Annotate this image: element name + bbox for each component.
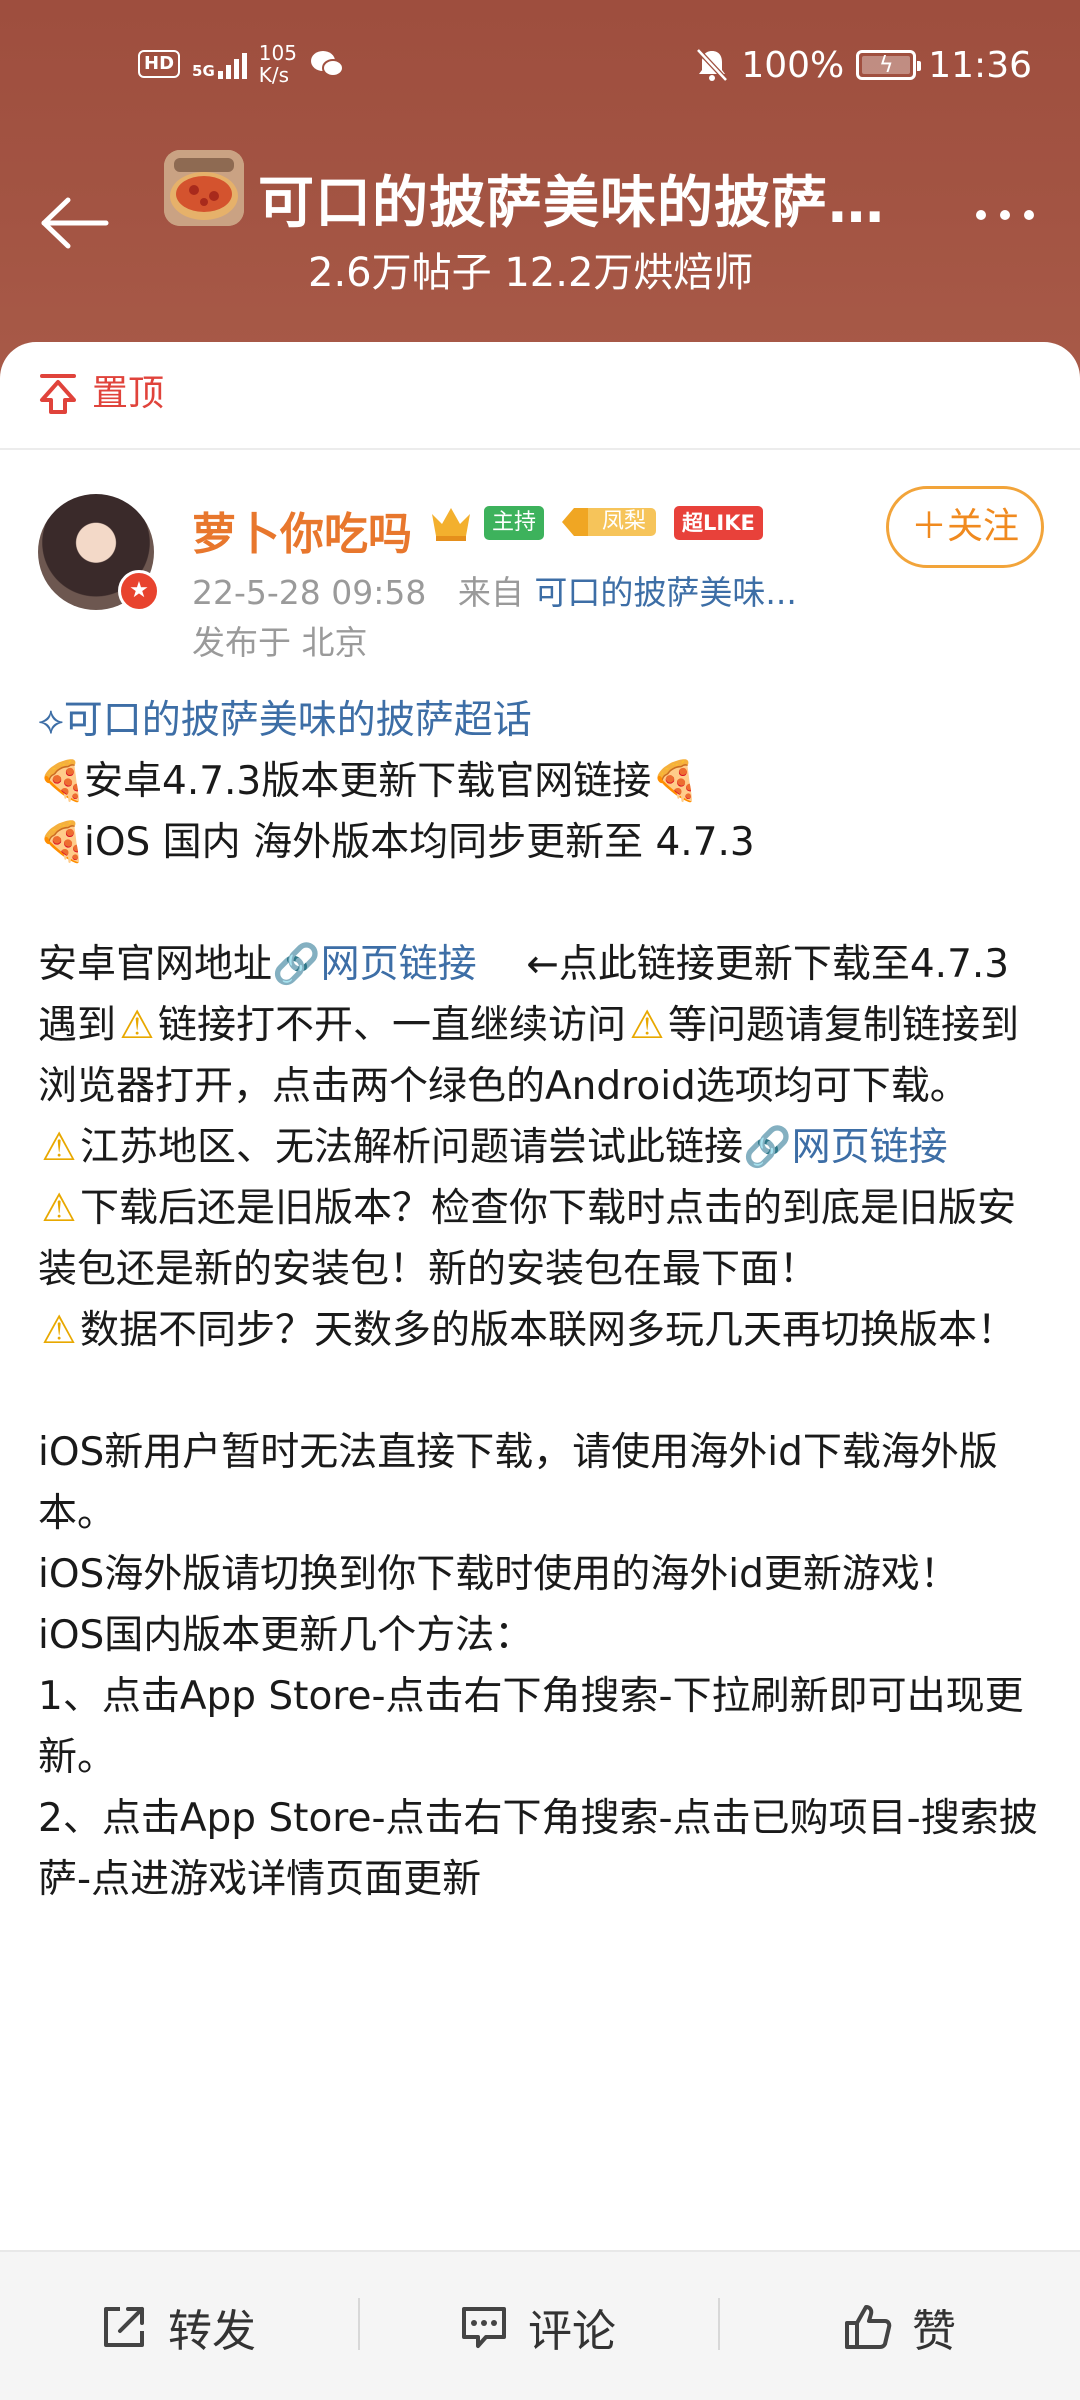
post-body: ⟡可口的披萨美味的披萨超话 🍕安卓4.7.3版本更新下载官网链接🍕 🍕iOS 国… — [38, 690, 1048, 1910]
source-link[interactable]: 可口的披萨美味... — [534, 573, 796, 612]
fan-badge: 凤梨 — [558, 504, 658, 540]
post-meta: 22-5-28 09:58 来自 可口的披萨美味... — [192, 573, 797, 612]
like-button[interactable]: 赞 — [842, 2252, 956, 2400]
network-type: 5G — [192, 62, 215, 80]
battery-percent: 100% — [741, 44, 845, 86]
share-icon — [104, 2307, 144, 2347]
battery-icon: ϟ — [856, 50, 922, 80]
host-badge: 主持 — [484, 506, 545, 540]
author-name[interactable]: 萝卜你吃吗 — [192, 498, 412, 562]
hd-indicator: HD — [138, 50, 181, 78]
more-options-icon[interactable] — [976, 210, 1034, 220]
network-speed: 105 K/s — [258, 41, 297, 87]
crown-icon — [432, 508, 470, 541]
pinned-label: 置顶 — [92, 373, 165, 414]
mute-bell-icon — [696, 48, 729, 82]
signal-icon: 5G — [192, 49, 247, 79]
divider — [718, 2298, 720, 2350]
pizza-emoji-icon: 🍕 — [38, 759, 87, 804]
back-arrow-icon[interactable] — [36, 188, 116, 258]
warning-icon: ⚠ — [629, 1003, 665, 1048]
web-link[interactable]: 🔗网页链接 — [743, 1125, 948, 1170]
pizza-emoji-icon: 🍕 — [651, 759, 700, 804]
repost-button[interactable]: 转发 — [98, 2252, 256, 2400]
pizza-community-icon — [164, 150, 244, 226]
post-location: 发布于 北京 — [192, 623, 368, 662]
super-like-badge: 超LIKE — [674, 506, 763, 540]
warning-icon: ⚠ — [41, 1308, 77, 1353]
warning-icon: ⚠ — [119, 1003, 155, 1048]
comment-button[interactable]: 评论 — [458, 2252, 616, 2400]
pizza-emoji-icon: 🍕 — [38, 820, 87, 865]
follow-button[interactable]: ＋关注 — [886, 486, 1044, 568]
bottom-action-bar: 转发 评论 赞 — [0, 2250, 1080, 2400]
web-link[interactable]: 🔗网页链接 — [272, 942, 477, 987]
verified-badge-icon: ★ — [118, 570, 160, 612]
pin-top-icon — [40, 374, 76, 414]
comment-icon — [462, 2307, 506, 2348]
divider — [358, 2298, 360, 2350]
wechat-icon — [310, 51, 344, 77]
topic-line[interactable]: ⟡可口的披萨美味的披萨超话 — [38, 690, 1048, 751]
clock: 11:36 — [928, 44, 1032, 86]
warning-icon: ⚠ — [41, 1125, 77, 1170]
status-bar: HD 5G 105 K/s 100% ϟ 11:36 — [0, 0, 1080, 120]
community-stats: 2.6万帖子 12.2万烘焙师 — [308, 250, 754, 296]
community-title: 可口的披萨美味的披萨… — [258, 171, 885, 236]
thumbs-up-icon — [845, 2305, 892, 2349]
warning-icon: ⚠ — [41, 1186, 77, 1231]
